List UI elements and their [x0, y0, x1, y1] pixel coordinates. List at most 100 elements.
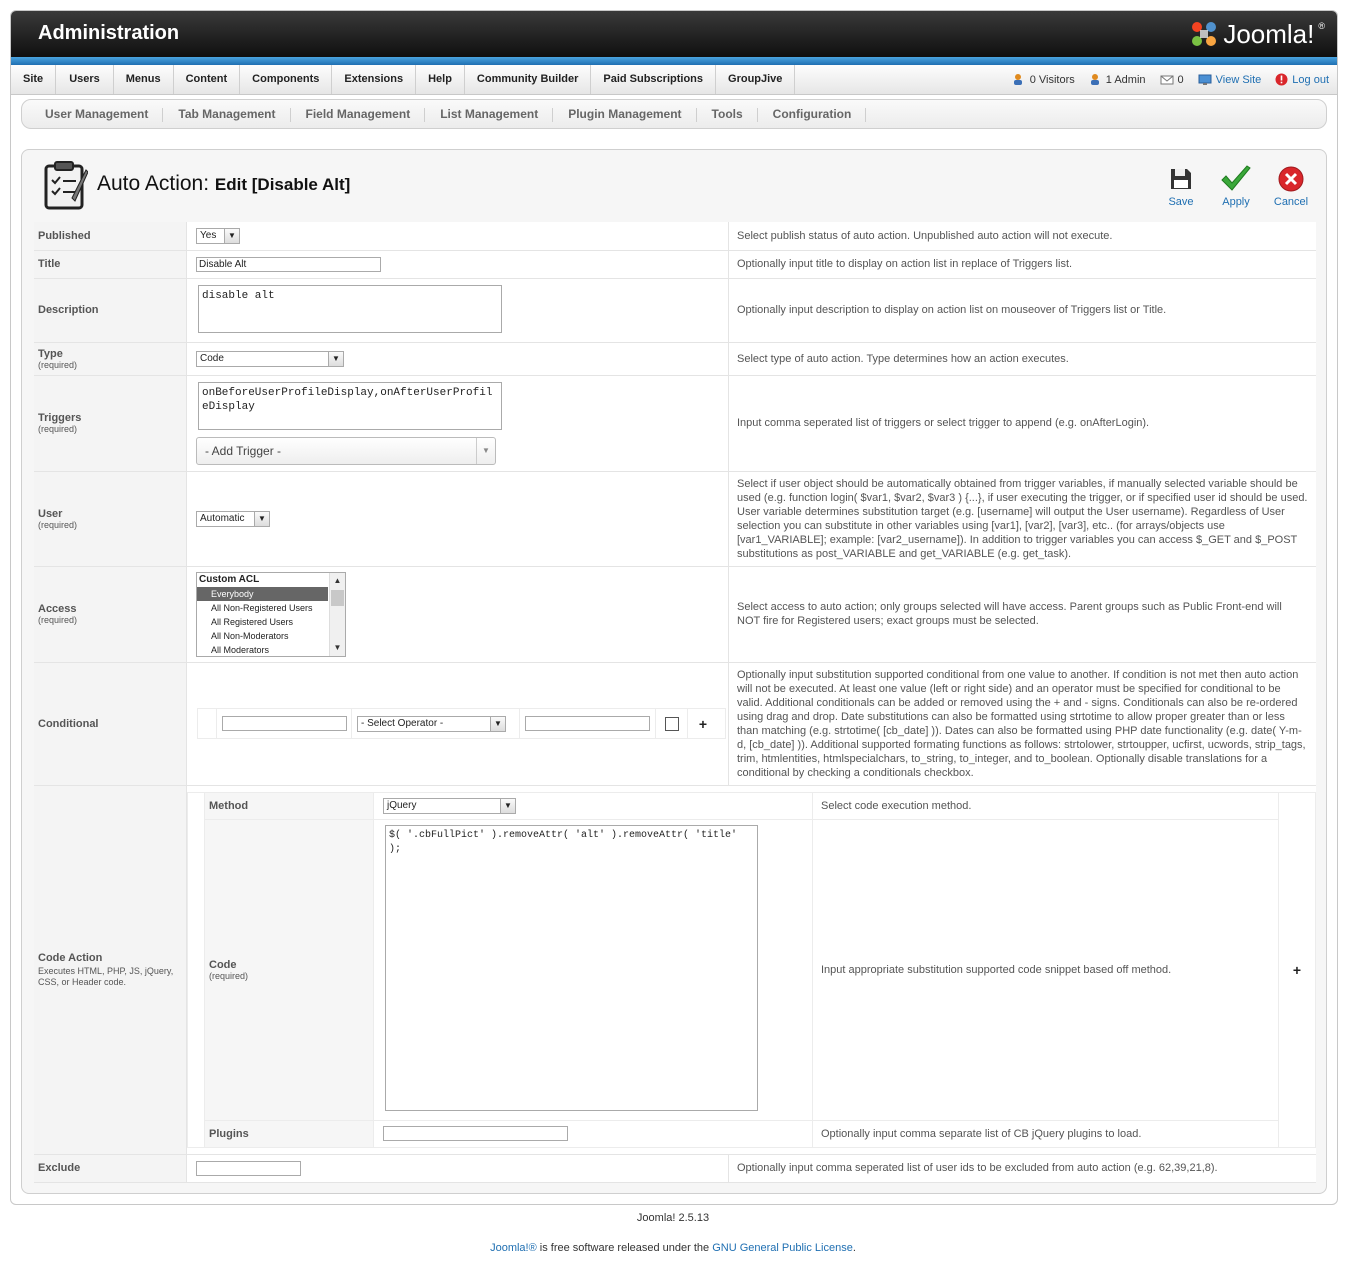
row-code: Code (required) $( '.cbFullPict' ).remove… — [204, 819, 1279, 1121]
add-conditional-button[interactable]: + — [699, 716, 707, 732]
checkmark-apply-icon — [1221, 165, 1251, 191]
plugins-input[interactable] — [383, 1126, 568, 1141]
user-label: User — [38, 507, 63, 520]
menu-paid-subscriptions[interactable]: Paid Subscriptions — [591, 65, 717, 94]
access-option-everybody[interactable]: Everybody — [197, 586, 328, 601]
submenu-plugin-management[interactable]: Plugin Management — [553, 100, 697, 128]
admin-frame: Administration Joomla! ® Site Users Menu… — [10, 10, 1338, 1205]
add-trigger-select[interactable]: - Add Trigger - ▼ — [196, 436, 496, 465]
visitors-icon — [1013, 74, 1022, 85]
access-desc: Select access to auto action; only group… — [728, 566, 1316, 663]
main-menu: Site Users Menus Content Components Exte… — [11, 65, 1337, 95]
gpl-link[interactable]: GNU General Public License — [712, 1242, 853, 1254]
auto-action-form: Published Yes ▼ Select publish status of … — [34, 222, 1316, 1183]
description-desc: Optionally input description to display … — [728, 278, 1316, 343]
description-textarea[interactable]: disable alt — [198, 284, 502, 333]
access-option-non-moderators[interactable]: All Non-Moderators — [197, 629, 345, 643]
menu-content[interactable]: Content — [174, 65, 241, 94]
code-action-hint: Executes HTML, PHP, JS, jQuery, CSS, or … — [38, 965, 174, 987]
footer-license: Joomla!® is free software released under… — [0, 1242, 1346, 1254]
submenu-list-management[interactable]: List Management — [425, 100, 554, 128]
access-option-non-registered[interactable]: All Non-Registered Users — [197, 601, 345, 615]
page-subtitle: Edit [Disable Alt] — [214, 175, 351, 194]
menu-community-builder[interactable]: Community Builder — [465, 65, 592, 94]
menu-menus[interactable]: Menus — [114, 65, 174, 94]
page-title: Auto Action: Edit [Disable Alt] — [97, 172, 350, 196]
code-drag-handle-icon[interactable] — [187, 791, 204, 1148]
code-required: (required) — [209, 970, 249, 981]
method-select[interactable]: jQuery ▼ — [383, 797, 516, 814]
conditional-left-input[interactable] — [222, 716, 347, 731]
user-select[interactable]: Automatic ▼ — [196, 510, 270, 527]
exclude-input[interactable] — [196, 1160, 301, 1176]
messages-count: 0 — [1177, 73, 1184, 86]
conditional-translate-checkbox[interactable] — [664, 716, 679, 731]
view-site-label[interactable]: View Site — [1216, 74, 1262, 86]
scroll-thumb[interactable] — [331, 589, 344, 606]
apply-button[interactable]: Apply — [1213, 162, 1259, 208]
menu-extensions[interactable]: Extensions — [332, 65, 417, 94]
joomla-footer-link[interactable]: Joomla!® — [490, 1242, 537, 1254]
user-required: (required) — [38, 519, 78, 530]
menu-groupjive[interactable]: GroupJive — [716, 65, 796, 94]
submenu-user-management[interactable]: User Management — [22, 100, 164, 128]
status-bar: 0 Visitors 1 Admin 0 View Site Log out — [1013, 65, 1329, 94]
conditional-right-input[interactable] — [525, 716, 650, 731]
row-code-action: Code Action Executes HTML, PHP, JS, jQue… — [34, 785, 1316, 1155]
access-group-custom-acl: Custom ACL — [199, 573, 260, 585]
edit-panel: Auto Action: Edit [Disable Alt] Save App… — [21, 149, 1327, 1194]
method-label: Method — [204, 792, 374, 820]
footer-version: Joomla! 2.5.13 — [636, 1212, 710, 1224]
operator-value: - Select Operator - — [361, 718, 444, 729]
submenu-tab-management[interactable]: Tab Management — [163, 100, 291, 128]
menu-help[interactable]: Help — [416, 65, 465, 94]
submenu-field-management[interactable]: Field Management — [291, 100, 426, 128]
chevron-down-icon: ▼ — [328, 351, 343, 366]
chevron-down-icon: ▼ — [254, 511, 269, 526]
access-label: Access — [38, 603, 77, 615]
admins-status: 1 Admin — [1089, 73, 1146, 86]
add-code-action-button[interactable]: + — [1293, 962, 1301, 978]
logout-icon — [1275, 73, 1288, 86]
code-action-table: Method jQuery ▼ Select code execution met… — [204, 791, 1279, 1148]
conditional-row: - Select Operator - ▼ + — [197, 708, 726, 739]
code-textarea[interactable]: $( '.cbFullPict' ).removeAttr( 'alt' ).r… — [385, 825, 758, 1111]
row-title: Title Optionally input title to display … — [34, 250, 1316, 279]
cb-submenu: User Management Tab Management Field Man… — [21, 99, 1327, 129]
page-toolbar: Auto Action: Edit [Disable Alt] Save App… — [22, 150, 1326, 222]
menu-site[interactable]: Site — [11, 65, 57, 94]
cancel-label: Cancel — [1273, 196, 1309, 208]
title-input[interactable] — [196, 256, 381, 272]
clipboard-checklist-icon — [44, 161, 88, 210]
conditional-operator-select[interactable]: - Select Operator - ▼ — [357, 715, 506, 732]
menu-users[interactable]: Users — [56, 65, 114, 94]
save-button[interactable]: Save — [1158, 162, 1204, 208]
logout-link[interactable]: Log out — [1275, 73, 1329, 86]
menu-components[interactable]: Components — [240, 65, 333, 94]
logout-label[interactable]: Log out — [1292, 74, 1329, 86]
scroll-up-icon[interactable]: ▲ — [330, 574, 345, 588]
visitors-count: 0 Visitors — [1029, 73, 1075, 86]
visitors-status: 0 Visitors — [1013, 73, 1075, 86]
conditional-desc: Optionally input substitution supported … — [728, 662, 1316, 786]
row-triggers: Triggers (required) onBeforeUserProfileDi… — [34, 375, 1316, 472]
submenu-tools[interactable]: Tools — [697, 100, 758, 128]
chevron-down-icon: ▼ — [224, 228, 239, 243]
messages-status[interactable]: 0 — [1160, 74, 1184, 86]
access-scrollbar[interactable]: ▲ ▼ — [329, 572, 345, 656]
published-select[interactable]: Yes ▼ — [196, 227, 240, 244]
access-option-registered[interactable]: All Registered Users — [197, 615, 345, 629]
triggers-textarea[interactable]: onBeforeUserProfileDisplay,onAfterUserPr… — [198, 381, 502, 430]
view-site-link[interactable]: View Site — [1198, 74, 1262, 86]
triggers-required: (required) — [38, 424, 78, 434]
type-select[interactable]: Code ▼ — [196, 350, 344, 367]
scroll-down-icon[interactable]: ▼ — [330, 641, 345, 655]
drag-handle-icon[interactable] — [198, 709, 217, 738]
submenu-configuration[interactable]: Configuration — [758, 100, 867, 128]
access-listbox[interactable]: Custom ACL Everybody All Non-Registered … — [196, 571, 346, 657]
method-desc: Select code execution method. — [812, 792, 1279, 820]
access-option-moderators[interactable]: All Moderators — [197, 643, 345, 656]
messages-icon — [1160, 75, 1174, 84]
floppy-save-icon — [1171, 169, 1191, 189]
cancel-button[interactable]: Cancel — [1268, 162, 1314, 208]
